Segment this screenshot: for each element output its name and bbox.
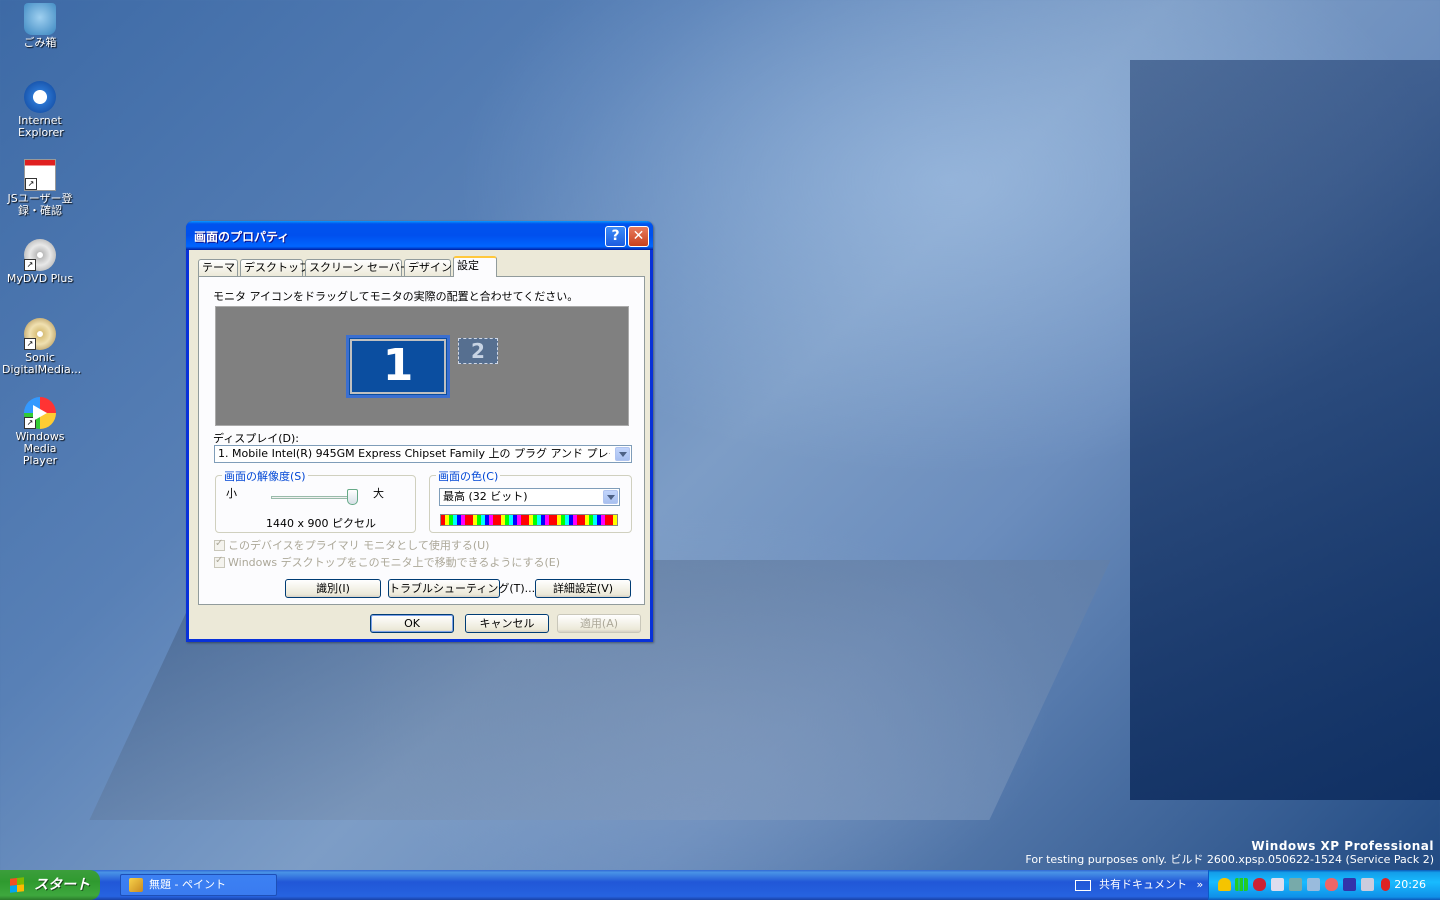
desktop-icon-recycle-bin[interactable]: ごみ箱 xyxy=(0,3,80,49)
resolution-min-label: 小 xyxy=(226,487,237,500)
justsystem-icon: ↗ xyxy=(24,159,56,191)
arrangement-instruction: モニタ アイコンをドラッグしてモニタの実際の配置と合わせてください。 xyxy=(213,290,579,303)
checkbox-icon[interactable] xyxy=(214,538,225,551)
color-depth-value: 最高 (32 ビット) xyxy=(443,490,528,503)
monitor-arrangement-area: 1 2 xyxy=(215,306,629,426)
recycle-bin-icon xyxy=(24,3,56,35)
advanced-button[interactable]: 詳細設定(V) xyxy=(535,579,631,598)
resolution-max-label: 大 xyxy=(373,487,384,500)
troubleshoot-button[interactable]: トラブルシューティング(T)... xyxy=(388,579,535,598)
desktop-icon-js-registration[interactable]: ↗ JSユーザー登録・確認 xyxy=(0,159,80,217)
desktop-icon-label: ごみ箱 xyxy=(23,36,57,49)
antivirus-icon[interactable] xyxy=(1253,878,1266,891)
help-button[interactable]: ? xyxy=(605,226,626,247)
dialog-title: 画面のプロパティ xyxy=(194,230,290,244)
primary-monitor-label: このデバイスをプライマリ モニタとして使用する(U) xyxy=(228,539,490,552)
cancel-button[interactable]: キャンセル xyxy=(465,614,549,633)
color-group: 画面の色(C) 最高 (32 ビット) xyxy=(429,468,632,533)
desktop-icon-sonic[interactable]: ↗ Sonic DigitalMedia... xyxy=(0,318,82,376)
start-button[interactable]: スタート xyxy=(0,870,100,900)
tools-icon[interactable] xyxy=(1325,878,1338,891)
security-shield-icon[interactable] xyxy=(1218,878,1231,891)
resolution-value: 1440 x 900 ピクセル xyxy=(266,517,376,530)
os-name: Windows XP Professional xyxy=(1251,839,1434,853)
keyboard-icon xyxy=(1075,879,1091,891)
wallpaper-shape xyxy=(1130,60,1440,800)
display-properties-dialog: 画面のプロパティ ? ✕ テーマ デスクトップ スクリーン セーバー デザイン … xyxy=(186,221,653,642)
build-info: For testing purposes only. ビルド 2600.xpsp… xyxy=(1025,853,1434,866)
quick-launch-label: 共有ドキュメント xyxy=(1099,878,1187,891)
resolution-group-title: 画面の解像度(S) xyxy=(222,468,308,484)
chevron-right-icon[interactable]: » xyxy=(1197,878,1204,891)
media-player-icon: ↗ xyxy=(24,397,56,429)
network-icon[interactable] xyxy=(1289,878,1302,891)
sonic-disc-icon: ↗ xyxy=(24,318,56,350)
start-label: スタート xyxy=(34,877,90,893)
resolution-slider-thumb[interactable] xyxy=(347,489,358,505)
dvd-icon: ↗ xyxy=(24,239,56,271)
os-build-watermark: Windows XP Professional For testing purp… xyxy=(1025,839,1434,867)
resolution-slider-track[interactable] xyxy=(271,496,353,499)
checkbox-icon[interactable] xyxy=(214,555,225,568)
desktop-icon-label: MyDVD Plus xyxy=(6,272,74,285)
taskbar-item-label: 無題 - ペイント xyxy=(149,878,226,891)
record-icon[interactable] xyxy=(1381,878,1390,891)
color-depth-select[interactable]: 最高 (32 ビット) xyxy=(439,488,620,506)
extend-desktop-label: Windows デスクトップをこのモニタ上で移動できるようにする(E) xyxy=(228,556,561,569)
color-group-title: 画面の色(C) xyxy=(436,468,501,484)
battery-icon[interactable] xyxy=(1271,878,1284,891)
taskbar: スタート 無題 - ペイント 共有ドキュメント » 20:26 xyxy=(0,870,1440,900)
desktop-icon-media-player[interactable]: ↗ Windows Media Player xyxy=(0,397,80,467)
title-bar[interactable]: 画面のプロパティ ? ✕ xyxy=(186,221,653,250)
tab-settings[interactable]: 設定 xyxy=(453,256,497,277)
desktop-icon-label: Sonic DigitalMedia... xyxy=(2,351,82,376)
paint-icon xyxy=(129,878,143,892)
desktop-icon-label: Windows Media Player xyxy=(15,430,65,467)
settings-panel: モニタ アイコンをドラッグしてモニタの実際の配置と合わせてください。 1 2 デ… xyxy=(198,276,645,605)
desktop-icon-mydvd[interactable]: ↗ MyDVD Plus xyxy=(0,239,80,285)
windows-logo-icon xyxy=(10,877,24,893)
resolution-group: 画面の解像度(S) 小 大 1440 x 900 ピクセル xyxy=(215,468,416,533)
system-tray: 20:26 xyxy=(1208,870,1440,900)
chevron-down-icon[interactable] xyxy=(615,447,630,461)
display-icon[interactable] xyxy=(1307,878,1320,891)
taskbar-item-paint[interactable]: 無題 - ペイント xyxy=(120,874,277,896)
color-spectrum-preview xyxy=(440,514,618,526)
clock[interactable]: 20:26 xyxy=(1394,870,1426,900)
monitor-icon[interactable] xyxy=(1361,878,1374,891)
signal-strength-icon[interactable] xyxy=(1235,878,1248,891)
ok-button[interactable]: OK xyxy=(370,614,454,633)
display-label: ディスプレイ(D): xyxy=(213,432,299,445)
monitor-2[interactable]: 2 xyxy=(458,338,498,364)
apply-button[interactable]: 適用(A) xyxy=(557,614,641,633)
display-select-value: 1. Mobile Intel(R) 945GM Express Chipset… xyxy=(218,447,610,460)
usb-device-icon[interactable] xyxy=(1343,878,1356,891)
desktop-icon-label: JSユーザー登録・確認 xyxy=(7,192,73,217)
desktop-icon-label: Internet Explorer xyxy=(18,114,64,139)
tab-design[interactable]: デザイン xyxy=(404,259,452,276)
identify-button[interactable]: 識別(I) xyxy=(285,579,381,598)
primary-monitor-checkbox[interactable]: このデバイスをプライマリ モニタとして使用する(U) xyxy=(214,537,489,553)
extend-desktop-checkbox[interactable]: Windows デスクトップをこのモニタ上で移動できるようにする(E) xyxy=(214,554,560,570)
chevron-down-icon[interactable] xyxy=(603,490,618,504)
display-select[interactable]: 1. Mobile Intel(R) 945GM Express Chipset… xyxy=(214,445,632,463)
close-button[interactable]: ✕ xyxy=(628,226,649,247)
tab-theme[interactable]: テーマ xyxy=(198,259,238,276)
tab-screen-saver[interactable]: スクリーン セーバー xyxy=(305,259,411,276)
tab-desktop[interactable]: デスクトップ xyxy=(240,259,310,276)
quick-launch-shared-docs[interactable]: 共有ドキュメント » xyxy=(1075,870,1203,900)
desktop-icon-internet-explorer[interactable]: Internet Explorer xyxy=(0,81,80,139)
monitor-1[interactable]: 1 xyxy=(346,335,450,398)
internet-explorer-icon xyxy=(24,81,56,113)
